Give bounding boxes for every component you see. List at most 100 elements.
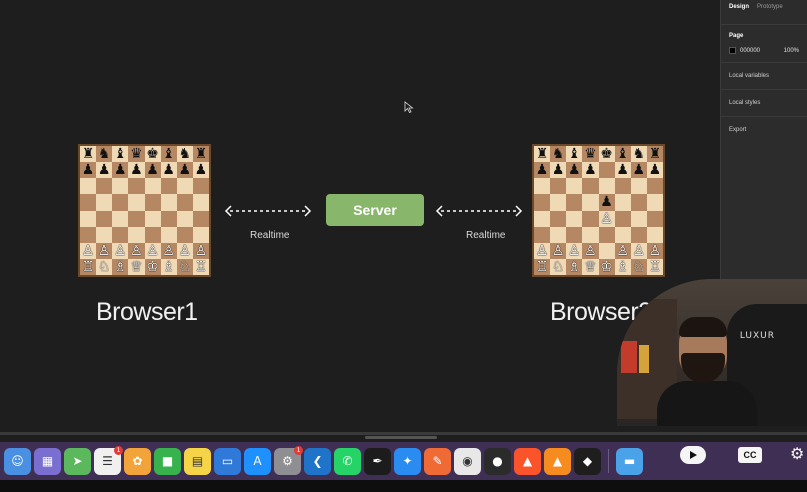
board-square [598,178,615,195]
board-square: ♙ [144,242,161,259]
folder-icon[interactable]: ▬ [616,447,643,475]
board-square: ♙ [582,242,599,259]
page-color-value[interactable]: 000000 [740,48,760,54]
local-styles-item[interactable]: Local styles [721,89,807,116]
board-square: ♟ [160,162,177,179]
vlc-icon[interactable]: ▲ [544,447,571,475]
board-square [614,178,631,195]
export-item[interactable]: Export [721,116,807,143]
chessboard-browser1: ♜ ♞ ♝ ♛ ♚ ♝ ♞ ♜ ♟ ♟ ♟ ♟ ♟ ♟ ♟ ♟ ♙ ♙ ♙ ♙ ♙ ♙ ♙ ♙ ♖ ♘ ♗ ♕ ♔ ♗ ♘ ♖ [78,144,211,277]
page-color-row[interactable]: 000000 100% [729,47,799,54]
bottom-bar [0,480,807,492]
pencil-icon[interactable]: ✎ [424,447,451,475]
chess-piece-icon: ♙ [648,242,662,259]
board-square [534,194,551,211]
reminders-icon[interactable]: ☰ 1 [94,445,123,475]
chess-piece-icon: ♛ [584,146,597,163]
board-square [598,162,615,179]
chess-piece-icon: ♝ [162,146,175,163]
chess-piece-icon: ♙ [551,242,565,259]
chess-piece-icon: ♞ [178,146,192,163]
chess-piece-icon: ♙ [130,242,143,259]
board-square [96,194,113,211]
board-square: ♙ [646,242,663,259]
chrome-icon[interactable]: ◉ [454,447,481,475]
finder-icon[interactable]: ☺ [4,447,31,475]
board-square [646,178,663,195]
board-square: ♜ [646,146,663,163]
tab-design[interactable]: Design [729,4,749,10]
chess-piece-icon: ♜ [194,146,208,163]
brave-icon[interactable]: ▲ [514,447,541,475]
chess-piece-icon: ♘ [632,258,646,275]
board-square: ♙ [598,210,615,227]
board-square [550,194,567,211]
server-box[interactable]: Server [326,194,424,226]
figma-icon[interactable]: ◆ [574,447,601,475]
board-square [630,178,647,195]
board-square: ♗ [112,258,129,275]
whatsapp-icon[interactable]: ✆ [334,447,361,475]
board-square: ♞ [630,146,647,163]
launchpad-icon[interactable]: ▦ [34,447,61,475]
pen-tool-icon[interactable]: ✒ [364,447,391,475]
system-settings-icon[interactable]: ⚙ 1 [274,445,303,475]
chess-piece-icon: ♟ [81,162,95,179]
cc-button[interactable]: CC [738,447,762,463]
board-square [646,226,663,243]
chess-piece-icon: ♙ [178,242,192,259]
keynote-icon[interactable]: ▭ [214,447,241,475]
maps-icon[interactable]: ➤ [64,447,91,475]
board-square [112,178,129,195]
scrollbar-thumb[interactable] [365,436,437,439]
board-square: ♙ [96,242,113,259]
safari-icon[interactable]: ✦ [394,447,421,475]
facetime-icon[interactable]: ■ [154,447,181,475]
board-square: ♙ [160,242,177,259]
chess-piece-icon: ♝ [616,146,629,163]
chess-piece-icon: ♗ [568,258,581,275]
chess-piece-icon: ♙ [568,242,581,259]
figma-canvas[interactable]: ♜ ♞ ♝ ♛ ♚ ♝ ♞ ♜ ♟ ♟ ♟ ♟ ♟ ♟ ♟ ♟ ♙ ♙ ♙ ♙ ♙ ♙ ♙ ♙ ♖ ♘ ♗ ♕ ♔ ♗ ♘ ♖ ♜ ♞ ♝ ♛ ♚ ♝ ♞… [0,0,720,426]
board-square [96,178,113,195]
chess-piece-icon: ♞ [97,146,111,163]
board-square [112,226,129,243]
board-square: ♟ [80,162,97,179]
notification-badge: 1 [294,445,303,455]
board-square [128,178,145,195]
board-square: ♙ [80,242,97,259]
chess-piece-icon: ♙ [81,242,95,259]
board-square: ♕ [128,258,145,275]
vscode-icon[interactable]: ❮ [304,447,331,475]
board-square: ♟ [566,162,583,179]
chess-piece-icon: ♙ [97,242,111,259]
chess-piece-icon: ♘ [97,258,111,275]
tab-prototype[interactable]: Prototype [757,4,783,10]
horizontal-scrollbar[interactable] [0,426,807,442]
board-square: ♙ [566,242,583,259]
chess-piece-icon: ♟ [178,162,192,179]
board-square [160,210,177,227]
notes-icon[interactable]: ▤ [184,447,211,475]
board-square: ♕ [582,258,599,275]
chess-piece-icon: ♙ [194,242,208,259]
board-square [144,226,161,243]
photos-icon[interactable]: ✿ [124,447,151,475]
board-square [646,194,663,211]
chess-piece-icon: ♙ [114,242,127,259]
board-square [80,226,97,243]
page-opacity-value[interactable]: 100% [784,48,799,54]
chess-piece-icon: ♔ [146,258,159,275]
app-store-icon[interactable]: A [244,447,271,475]
play-toggle-icon[interactable] [680,446,706,464]
board-square [630,194,647,211]
gear-icon[interactable]: ⚙ [790,446,807,464]
chess-piece-icon: ♟ [535,162,549,179]
color-swatch[interactable] [729,47,736,54]
board-square: ♖ [534,258,551,275]
local-variables-item[interactable]: Local variables [721,62,807,89]
obs-icon[interactable]: ● [484,447,511,475]
board-square [582,226,599,243]
board-square: ♟ [550,162,567,179]
board-square [144,210,161,227]
